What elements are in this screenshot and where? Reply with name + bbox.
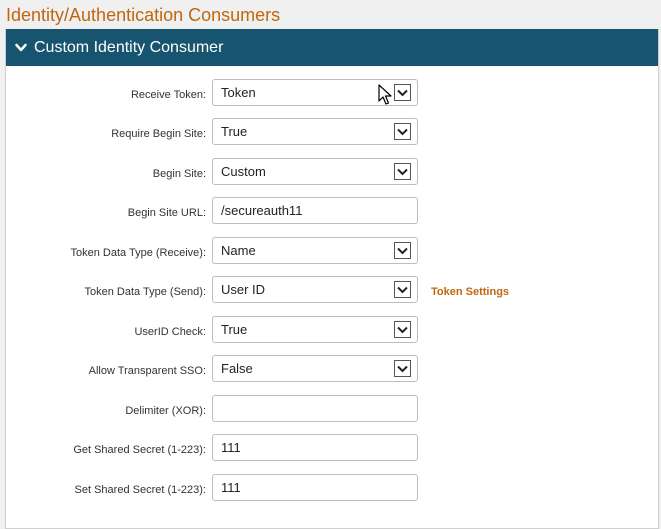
field-label: Require Begin Site: (111, 128, 206, 140)
field-token-data-type-send: Token Data Type (Send): User ID Token Se… (6, 276, 660, 306)
dropdown-arrow-icon[interactable] (394, 321, 411, 338)
set-shared-secret-input[interactable]: 111 (212, 474, 418, 501)
field-token-data-type-receive: Token Data Type (Receive): Name (6, 237, 660, 267)
chevron-down-icon[interactable] (14, 41, 28, 55)
begin-site-select[interactable]: Custom (212, 158, 418, 185)
select-value: Name (221, 243, 256, 258)
field-begin-site-url: Begin Site URL: /secureauth11 (6, 197, 660, 227)
select-value: True (221, 124, 248, 139)
begin-site-url-input[interactable]: /secureauth11 (212, 197, 418, 224)
field-label: Set Shared Secret (1-223): (74, 484, 206, 496)
field-delimiter-xor: Delimiter (XOR): (6, 395, 660, 425)
field-userid-check: UserID Check: True (6, 316, 660, 346)
field-label: Token Data Type (Send): (84, 286, 206, 298)
field-label: Receive Token: (130, 89, 206, 101)
select-value: Token (221, 85, 256, 100)
custom-identity-consumer-panel: Custom Identity Consumer Receive Token: … (5, 29, 659, 529)
dropdown-arrow-icon[interactable] (394, 360, 411, 377)
get-shared-secret-input[interactable]: 111 (212, 434, 418, 461)
select-value: Custom (221, 164, 266, 179)
dropdown-arrow-icon[interactable] (394, 281, 411, 298)
input-value: 111 (221, 480, 241, 495)
field-label: Begin Site URL: (127, 207, 206, 219)
input-value: 111 (221, 440, 241, 455)
select-value: True (221, 322, 248, 337)
select-value: User ID (221, 282, 266, 297)
field-label: Get Shared Secret (1-223): (73, 444, 206, 456)
field-label: Delimiter (XOR): (125, 405, 206, 417)
field-label: Token Data Type (Receive): (70, 247, 206, 259)
panel-title: Custom Identity Consumer (34, 39, 224, 56)
field-allow-transparent-sso: Allow Transparent SSO: False (6, 355, 660, 385)
field-label: Begin Site: (152, 168, 206, 180)
field-receive-token: Receive Token: Token (6, 79, 660, 109)
mouse-pointer-icon (378, 84, 392, 111)
page-title: Identity/Authentication Consumers (6, 5, 281, 25)
field-get-shared-secret: Get Shared Secret (1-223): 111 (6, 434, 660, 464)
dropdown-arrow-icon[interactable] (394, 242, 411, 259)
field-begin-site: Begin Site: Custom (6, 158, 660, 188)
dropdown-arrow-icon[interactable] (394, 84, 411, 101)
field-set-shared-secret: Set Shared Secret (1-223): 111 (6, 474, 660, 504)
require-begin-site-select[interactable]: True (212, 118, 418, 145)
delimiter-xor-input[interactable] (212, 395, 418, 422)
token-data-type-send-select[interactable]: User ID (212, 276, 418, 303)
allow-transparent-sso-select[interactable]: False (212, 355, 418, 382)
userid-check-select[interactable]: True (212, 316, 418, 343)
dropdown-arrow-icon[interactable] (394, 123, 411, 140)
select-value: False (221, 361, 253, 376)
field-require-begin-site: Require Begin Site: True (6, 118, 660, 148)
field-label: UserID Check: (134, 326, 206, 338)
dropdown-arrow-icon[interactable] (394, 163, 411, 180)
token-settings-link[interactable]: Token Settings (431, 286, 509, 298)
token-data-type-receive-select[interactable]: Name (212, 237, 418, 264)
field-label: Allow Transparent SSO: (88, 365, 206, 377)
panel-header[interactable]: Custom Identity Consumer (6, 29, 658, 66)
input-value: /secureauth11 (221, 203, 303, 218)
